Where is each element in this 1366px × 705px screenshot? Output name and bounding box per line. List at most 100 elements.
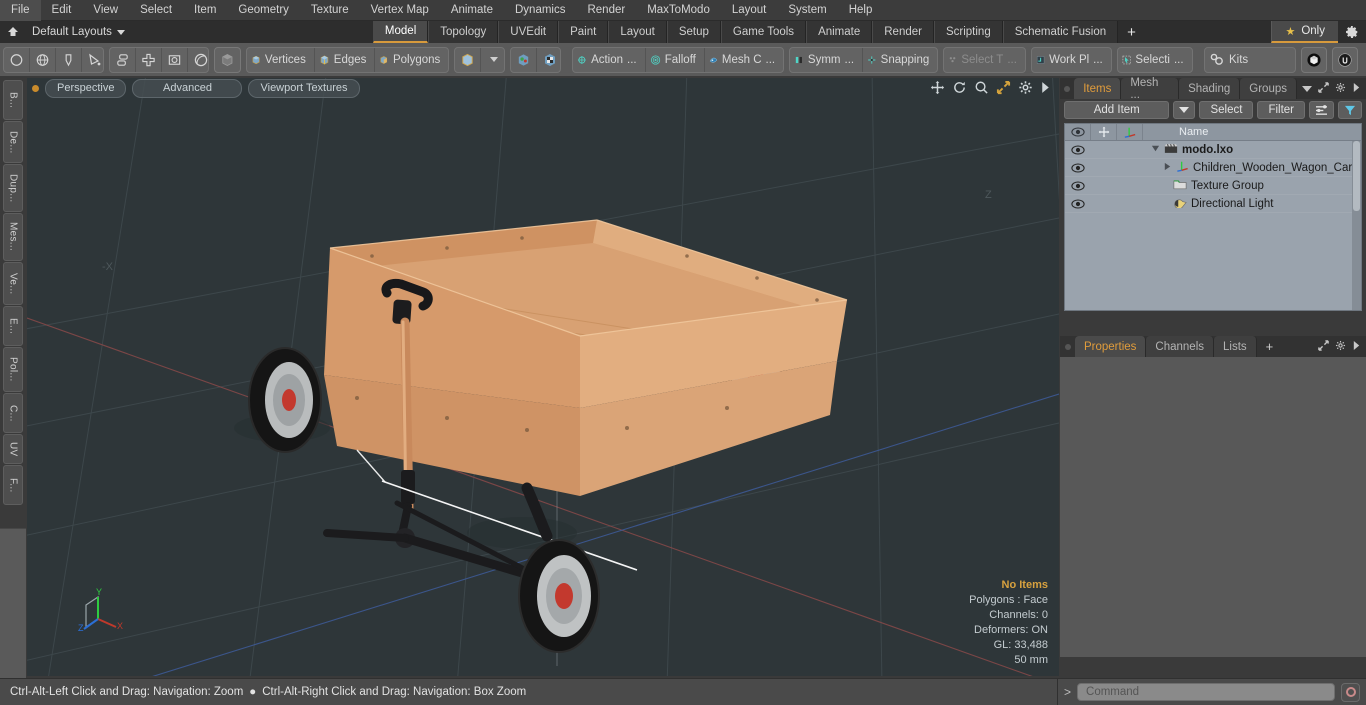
unreal-badge-icon[interactable] xyxy=(1331,46,1358,73)
layout-tab-paint[interactable]: Paint xyxy=(558,21,609,43)
layout-tab-game-tools[interactable]: Game Tools xyxy=(720,21,807,43)
expand-icon[interactable] xyxy=(1318,80,1329,98)
tab-lists[interactable]: Lists xyxy=(1214,336,1257,357)
viewport-3d[interactable]: -X Z Perspective Advanced Viewport Textu… xyxy=(27,78,1059,676)
select-button[interactable]: Select xyxy=(1199,101,1254,119)
curve-icon[interactable] xyxy=(82,48,103,72)
play-arrow-icon[interactable] xyxy=(1352,338,1361,356)
left-tab-polygon[interactable]: Pol... xyxy=(3,347,23,392)
viewport-perspective-dropdown[interactable]: Perspective xyxy=(45,79,127,98)
selection-button[interactable]: Selecti ... xyxy=(1118,48,1192,72)
tab-shading[interactable]: Shading xyxy=(1179,78,1241,99)
polygons-mode-button[interactable]: Polygons xyxy=(375,48,448,72)
expand-icon[interactable] xyxy=(1318,338,1329,356)
gear-icon[interactable] xyxy=(1335,80,1346,98)
layout-selector[interactable]: Default Layouts xyxy=(26,21,131,43)
fit-icon[interactable] xyxy=(996,80,1011,100)
menu-item-maxtomodo[interactable]: MaxToModo xyxy=(636,0,721,21)
home-icon[interactable] xyxy=(0,21,26,43)
layout-tab-animate[interactable]: Animate xyxy=(806,21,873,43)
row-visibility-eye-icon[interactable] xyxy=(1065,162,1091,173)
menu-item-system[interactable]: System xyxy=(777,0,837,21)
left-tab-edge[interactable]: E... xyxy=(3,306,23,346)
add-layout-tab-button[interactable]: + xyxy=(1118,21,1145,43)
viewport-textures-dropdown[interactable]: Viewport Textures xyxy=(248,79,360,98)
menu-item-geometry[interactable]: Geometry xyxy=(227,0,300,21)
add-item-chevron-down-icon[interactable] xyxy=(1173,101,1196,119)
row-name-cell[interactable]: modo.lxo xyxy=(1151,143,1233,157)
vertices-mode-button[interactable]: Vertices xyxy=(247,47,315,72)
left-tab-vertex[interactable]: Ve... xyxy=(3,262,23,305)
table-row[interactable]: Children_Wooden_Wagon_Cart xyxy=(1065,159,1361,177)
row-visibility-eye-icon[interactable] xyxy=(1065,144,1091,155)
snapping-button[interactable]: Snapping xyxy=(863,48,937,72)
left-tab-uv[interactable]: UV xyxy=(3,434,23,464)
layout-tab-schematic-fusion[interactable]: Schematic Fusion xyxy=(1002,21,1119,43)
triangle-right-icon[interactable] xyxy=(1163,162,1172,174)
menu-item-edit[interactable]: Edit xyxy=(41,0,83,21)
funnel-icon[interactable] xyxy=(1338,101,1362,119)
panel-menu-dot[interactable] xyxy=(1060,78,1074,99)
tab-properties[interactable]: Properties xyxy=(1075,336,1147,357)
zoom-icon[interactable] xyxy=(974,80,989,100)
viewport-shading-dropdown[interactable]: Advanced xyxy=(132,79,243,98)
filter-button[interactable]: Filter xyxy=(1257,101,1305,119)
item-cube-icon[interactable] xyxy=(455,47,482,72)
gear-icon[interactable] xyxy=(1338,21,1366,43)
add-properties-tab-button[interactable]: + xyxy=(1257,336,1283,357)
falloff-button[interactable]: Falloff xyxy=(646,47,705,72)
row-name-cell[interactable]: Directional Light xyxy=(1173,196,1273,211)
solid-cube-icon[interactable] xyxy=(214,46,241,73)
left-tab-deform[interactable]: De... xyxy=(3,121,23,163)
tab-channels[interactable]: Channels xyxy=(1146,336,1215,357)
table-row[interactable]: modo.lxo xyxy=(1065,141,1361,159)
layout-tab-uvedit[interactable]: UVEdit xyxy=(498,21,559,43)
rotate-icon[interactable] xyxy=(952,80,967,100)
menu-item-texture[interactable]: Texture xyxy=(300,0,360,21)
menu-item-view[interactable]: View xyxy=(82,0,129,21)
left-tab-basic[interactable]: B... xyxy=(3,80,23,120)
menu-item-vertex-map[interactable]: Vertex Map xyxy=(360,0,440,21)
left-tab-duplicate[interactable]: Dup... xyxy=(3,164,23,212)
tab-items[interactable]: Items xyxy=(1074,78,1122,99)
command-input[interactable] xyxy=(1077,683,1335,701)
chevron-down-icon[interactable] xyxy=(1302,80,1312,98)
layout-tab-render[interactable]: Render xyxy=(872,21,934,43)
play-arrow-icon[interactable] xyxy=(1040,81,1051,99)
menu-item-help[interactable]: Help xyxy=(838,0,884,21)
menu-item-item[interactable]: Item xyxy=(183,0,227,21)
row-visibility-eye-icon[interactable] xyxy=(1065,198,1091,209)
left-tab-fusion[interactable]: F... xyxy=(3,465,23,505)
settings-gear-icon[interactable] xyxy=(1018,80,1033,100)
table-row[interactable]: Directional Light xyxy=(1065,195,1361,213)
material-a-icon[interactable] xyxy=(511,47,538,72)
pen-icon[interactable] xyxy=(56,47,82,72)
table-row[interactable]: Texture Group xyxy=(1065,177,1361,195)
only-toggle-button[interactable]: ★ Only xyxy=(1271,21,1338,43)
row-name-cell[interactable]: Texture Group xyxy=(1173,178,1264,193)
add-item-button[interactable]: Add Item xyxy=(1064,101,1170,119)
list-options-icon[interactable] xyxy=(1309,101,1334,119)
viewport-state-indicator[interactable] xyxy=(32,85,39,92)
item-mode-chevron-down-icon[interactable] xyxy=(481,48,504,72)
select-through-button[interactable]: Select T ... xyxy=(944,48,1025,72)
record-icon[interactable] xyxy=(1341,682,1360,702)
items-tree[interactable]: Name modo.lxo Children_Wooden_Wagon_Cart… xyxy=(1064,123,1362,311)
layout-tab-topology[interactable]: Topology xyxy=(428,21,499,43)
row-visibility-eye-icon[interactable] xyxy=(1065,180,1091,191)
menu-item-select[interactable]: Select xyxy=(129,0,183,21)
mesh-constraint-button[interactable]: Mesh C ... xyxy=(705,48,783,72)
left-tab-curve[interactable]: C... xyxy=(3,393,23,433)
action-center-button[interactable]: Action ... xyxy=(573,47,646,72)
symmetry-button[interactable]: Symm ... xyxy=(790,47,864,72)
properties-menu-dot[interactable] xyxy=(1060,336,1075,357)
tab-groups[interactable]: Groups xyxy=(1240,78,1297,99)
layout-tab-setup[interactable]: Setup xyxy=(666,21,721,43)
menu-item-file[interactable]: File xyxy=(0,0,41,21)
menu-item-dynamics[interactable]: Dynamics xyxy=(504,0,576,21)
tab-mesh-ops[interactable]: Mesh ... xyxy=(1121,77,1180,101)
triangle-down-icon[interactable] xyxy=(1151,144,1160,156)
play-arrow-icon[interactable] xyxy=(1352,80,1361,98)
gear-icon[interactable] xyxy=(1335,338,1346,356)
layout-tab-layout[interactable]: Layout xyxy=(608,21,667,43)
